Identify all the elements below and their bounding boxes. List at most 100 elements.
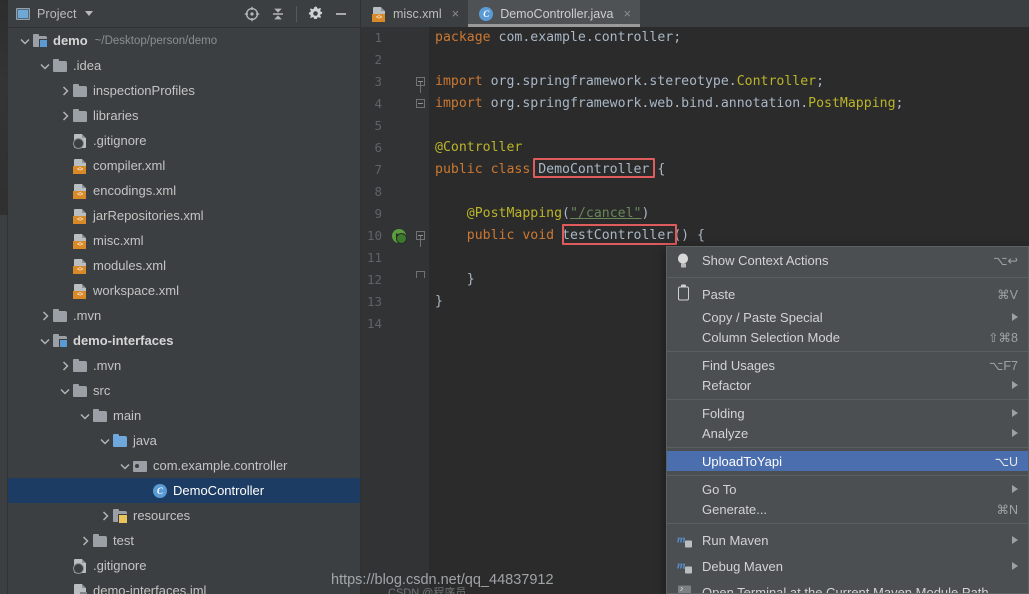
tree-arrow-spacer (58, 284, 72, 298)
chevron-down-icon[interactable] (58, 384, 72, 398)
tree-item-java[interactable]: java (8, 428, 360, 453)
tree-item-democontroller[interactable]: C DemoController (8, 478, 360, 503)
code-line[interactable]: public class DemoController { (429, 159, 1029, 181)
menu-item-label: Open Terminal at the Current Maven Modul… (702, 584, 989, 594)
submenu-arrow-icon (1012, 536, 1018, 544)
tree-item-compiler-xml[interactable]: compiler.xml (8, 153, 360, 178)
chevron-right-icon[interactable] (58, 84, 72, 98)
chevron-right-icon[interactable] (58, 359, 72, 373)
tree-item--idea[interactable]: .idea (8, 53, 360, 78)
menu-item-debug-maven[interactable]: m Debug Maven (667, 553, 1028, 579)
tree-item-encodings-xml[interactable]: encodings.xml (8, 178, 360, 203)
tree-item-label: demo-interfaces (73, 333, 174, 348)
folder-icon (52, 308, 68, 324)
chevron-right-icon[interactable] (38, 309, 52, 323)
folder-icon (72, 83, 88, 99)
menu-item-refactor[interactable]: Refactor (667, 375, 1028, 395)
project-tree[interactable]: demo ~/Desktop/person/demo .idea inspection… (8, 28, 360, 594)
menu-item-go-to[interactable]: Go To (667, 479, 1028, 499)
run-gutter-icon[interactable] (392, 229, 407, 244)
tree-item--mvn[interactable]: .mvn (8, 303, 360, 328)
menu-item-find-usages[interactable]: Find Usages ⌥F7 (667, 355, 1028, 375)
chevron-down-icon[interactable] (84, 11, 93, 16)
menu-item-shortcut: ⌥U (994, 454, 1018, 469)
tree-item-inspectionprofiles[interactable]: inspectionProfiles (8, 78, 360, 103)
code-token: Controller (736, 74, 817, 89)
editor-context-menu[interactable]: Show Context Actions ⌥↩ Paste ⌘V Copy / Past… (666, 246, 1029, 594)
tree-item-src[interactable]: src (8, 378, 360, 403)
tree-item-com-example-controller[interactable]: com.example.controller (8, 453, 360, 478)
tree-item-resources[interactable]: resources (8, 503, 360, 528)
menu-item-analyze[interactable]: Analyze (667, 423, 1028, 443)
code-line[interactable]: package com.example.controller; (429, 27, 1029, 49)
chevron-right-icon[interactable] (78, 534, 92, 548)
menu-item-label: Run Maven (702, 532, 769, 548)
line-number: 7 (374, 162, 382, 177)
chevron-right-icon[interactable] (58, 109, 72, 123)
code-token: package (435, 30, 499, 45)
menu-separator (667, 398, 1028, 400)
chevron-down-icon[interactable] (98, 434, 112, 448)
chevron-right-icon[interactable] (98, 509, 112, 523)
tree-item-label: src (93, 383, 111, 398)
chevron-down-icon[interactable] (38, 59, 52, 73)
tree-item-label: test (113, 533, 134, 548)
close-icon[interactable]: × (623, 7, 631, 20)
menu-item-paste[interactable]: Paste ⌘V (667, 281, 1028, 307)
gutter-line-number: 12 (361, 269, 429, 291)
code-line[interactable] (429, 181, 1029, 203)
menu-item-label: Column Selection Mode (702, 329, 841, 345)
editor-tab-misc-xml[interactable]: misc.xml × (361, 0, 468, 27)
folder-icon (52, 58, 68, 74)
tree-item-workspace-xml[interactable]: workspace.xml (8, 278, 360, 303)
code-line[interactable] (429, 49, 1029, 71)
editor-tab-bar[interactable]: misc.xml × C DemoController.java × (361, 0, 1029, 27)
editor-gutter[interactable]: 1 2 3 4 5 6 7 8 9 10 11 12 13 14 (361, 27, 429, 594)
tree-item-main[interactable]: main (8, 403, 360, 428)
code-line[interactable]: import org.springframework.stereotype.Co… (429, 71, 1029, 93)
tree-item-test[interactable]: test (8, 528, 360, 553)
close-icon[interactable]: × (452, 7, 460, 20)
menu-item-uploadtoyapi[interactable]: UploadToYapi ⌥U (667, 451, 1028, 471)
menu-item-generate-[interactable]: Generate... ⌘N (667, 499, 1028, 519)
tree-item-demo[interactable]: demo ~/Desktop/person/demo (8, 28, 360, 53)
menu-item-copy-paste-special[interactable]: Copy / Paste Special (667, 307, 1028, 327)
menu-item-folding[interactable]: Folding (667, 403, 1028, 423)
editor-tab-democontroller-java[interactable]: C DemoController.java × (468, 0, 641, 27)
code-line[interactable]: @PostMapping("/cancel") (429, 203, 1029, 225)
chevron-down-icon[interactable] (18, 34, 32, 48)
menu-item-open-terminal-at-the-current-maven-module-path[interactable]: Open Terminal at the Current Maven Modul… (667, 579, 1028, 594)
chevron-down-icon[interactable] (118, 459, 132, 473)
collapse-all-icon[interactable] (265, 1, 291, 27)
tree-item-misc-xml[interactable]: misc.xml (8, 228, 360, 253)
tree-item-label: modules.xml (93, 258, 166, 273)
tree-item-modules-xml[interactable]: modules.xml (8, 253, 360, 278)
code-line[interactable]: @Controller (429, 137, 1029, 159)
module-folder-icon (32, 33, 48, 49)
tree-item-libraries[interactable]: libraries (8, 103, 360, 128)
line-number: 12 (366, 272, 382, 287)
chevron-down-icon[interactable] (38, 334, 52, 348)
line-number: 1 (374, 30, 382, 45)
code-line[interactable]: public void testController() { (429, 225, 1029, 247)
chevron-down-icon[interactable] (78, 409, 92, 423)
tree-item-demo-interfaces-iml[interactable]: demo-interfaces.iml (8, 578, 360, 594)
gear-icon[interactable] (302, 1, 328, 27)
tree-item--gitignore[interactable]: .gitignore (8, 128, 360, 153)
code-line[interactable]: import org.springframework.web.bind.anno… (429, 93, 1029, 115)
resources-folder-icon (112, 508, 128, 524)
tree-item--gitignore[interactable]: .gitignore (8, 553, 360, 578)
locate-icon[interactable] (239, 1, 265, 27)
gutter-line-number: 14 (361, 313, 429, 335)
minimize-icon[interactable] (328, 1, 354, 27)
line-number: 3 (374, 74, 382, 89)
menu-item-label: Copy / Paste Special (702, 309, 823, 325)
menu-item-show-context-actions[interactable]: Show Context Actions ⌥↩ (667, 247, 1028, 273)
tree-item-demo-interfaces[interactable]: demo-interfaces (8, 328, 360, 353)
tree-item-jarrepositories-xml[interactable]: jarRepositories.xml (8, 203, 360, 228)
lightbulb-icon (675, 252, 692, 269)
code-line[interactable] (429, 115, 1029, 137)
menu-item-column-selection-mode[interactable]: Column Selection Mode ⇧⌘8 (667, 327, 1028, 347)
tree-item--mvn[interactable]: .mvn (8, 353, 360, 378)
menu-item-run-maven[interactable]: m Run Maven (667, 527, 1028, 553)
